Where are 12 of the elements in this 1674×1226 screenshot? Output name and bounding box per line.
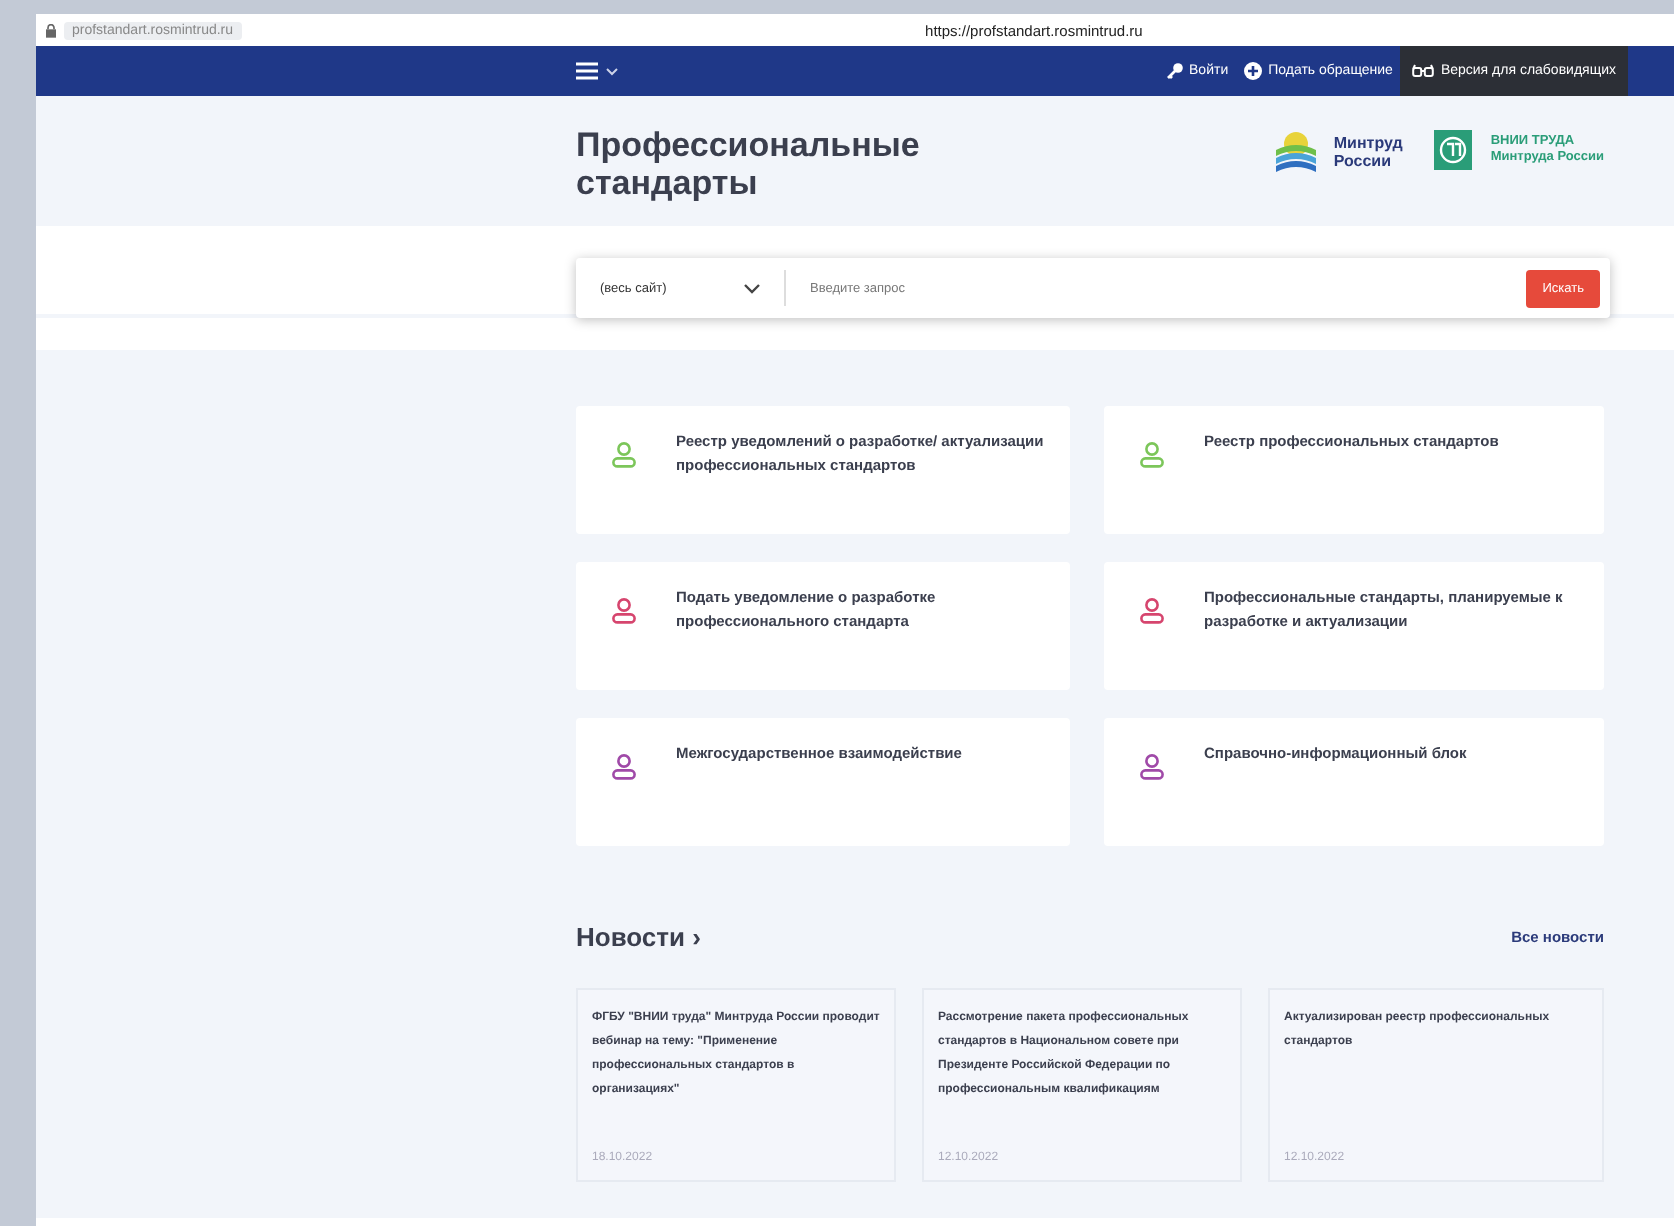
site-title: Профессиональные стандарты <box>576 126 922 202</box>
sun-waves-logo-icon <box>1275 130 1316 174</box>
key-icon <box>1165 62 1184 80</box>
menu-icon[interactable] <box>576 62 598 80</box>
plus-circle-icon <box>1244 62 1263 80</box>
news-heading[interactable]: Новости › <box>576 922 701 952</box>
chevron-down-icon <box>744 283 760 293</box>
logo-text: Минтруд России <box>1333 132 1403 170</box>
glasses-icon <box>1412 64 1435 78</box>
lock-icon <box>46 23 56 37</box>
caret-icon[interactable] <box>606 67 618 75</box>
emblem-logo-icon <box>1434 130 1473 170</box>
